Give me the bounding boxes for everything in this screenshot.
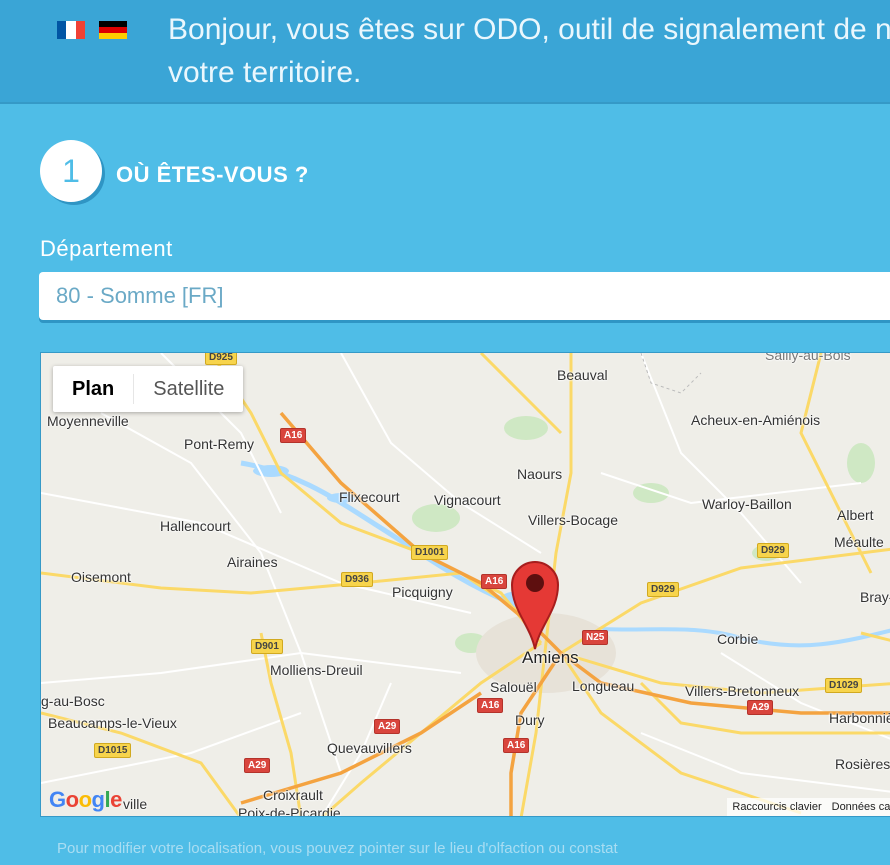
department-select[interactable]: 80 - Somme [FR] — [39, 272, 890, 320]
map-data-link[interactable]: Données car — [827, 801, 890, 813]
place-label: Molliens-Dreuil — [270, 662, 363, 678]
german-flag-icon[interactable] — [99, 21, 127, 39]
place-label: Beauval — [557, 367, 608, 383]
place-label: Vignacourt — [434, 492, 501, 508]
place-label: Harbonniè — [829, 710, 890, 726]
place-label: Hallencourt — [160, 518, 231, 534]
place-label: Méaulte — [834, 534, 884, 550]
place-label: Picquigny — [392, 584, 453, 600]
place-label: Warloy-Baillon — [702, 496, 792, 512]
road-shield: A16 — [280, 428, 307, 443]
place-label: Villers-Bocage — [528, 512, 619, 528]
road-shield: D1015 — [94, 743, 132, 758]
map-footer: Raccourcis clavier Données car — [727, 798, 890, 816]
welcome-message: Bonjour, vous êtes sur ODO, outil de sig… — [168, 8, 890, 94]
place-label: Sailly-au-Bois — [765, 352, 851, 363]
road-shield: D901 — [251, 639, 283, 654]
place-label: Villers-Bretonneux — [685, 683, 800, 699]
google-logo: Google — [49, 787, 122, 812]
road-shield: D929 — [757, 543, 789, 558]
road-shield: A29 — [747, 700, 774, 715]
place-label: Acheux-en-Amiénois — [691, 412, 821, 428]
french-flag-icon[interactable] — [57, 21, 85, 39]
road-shield: A29 — [244, 758, 271, 773]
place-label: Salouël — [490, 679, 537, 695]
road-shield: D1029 — [825, 678, 863, 693]
place-label: Longueau — [572, 678, 635, 694]
road-shield: D1001 — [411, 545, 449, 560]
welcome-line-2: votre territoire. — [168, 56, 362, 89]
place-label: Flixecourt — [339, 489, 400, 505]
department-label: Département — [40, 236, 173, 261]
language-flags — [57, 21, 127, 39]
welcome-line-1: Bonjour, vous êtes sur ODO, outil de sig… — [168, 13, 890, 46]
place-label: ville — [123, 796, 148, 812]
map-hint-text: Pour modifier votre localisation, vous p… — [57, 840, 618, 857]
header-banner: Bonjour, vous êtes sur ODO, outil de sig… — [0, 0, 890, 104]
keyboard-shortcuts-link[interactable]: Raccourcis clavier — [727, 801, 826, 813]
place-label: Corbie — [717, 631, 759, 647]
place-label: Airaines — [227, 554, 278, 570]
road-shield: D925 — [205, 353, 237, 365]
step-number-badge: 1 — [40, 140, 102, 202]
place-label: Beaucamps-le-Vieux — [48, 715, 177, 731]
road-shield: D936 — [341, 572, 373, 587]
place-label: Dury — [515, 712, 545, 728]
road-shield: A16 — [477, 698, 504, 713]
step-title: OÙ ÊTES-VOUS ? — [116, 162, 309, 187]
map-type-satellite-button[interactable]: Satellite — [134, 366, 243, 412]
place-label-amiens: Amiens — [522, 648, 579, 667]
road-shield: N25 — [582, 630, 609, 645]
road-shield: A29 — [374, 719, 401, 734]
place-label: Croixrault — [263, 787, 323, 803]
place-label: Oisemont — [71, 569, 131, 585]
place-label: Bray- — [860, 589, 890, 605]
map-type-control: Plan Satellite — [53, 366, 244, 412]
road-shield: A16 — [481, 574, 508, 589]
place-label: g-au-Bosc — [41, 693, 105, 709]
road-shield: D929 — [647, 582, 679, 597]
location-map[interactable]: Plan Satellite Sailly-au-Bois Beauval Mo… — [40, 352, 890, 817]
road-shield: A16 — [503, 738, 530, 753]
place-label: Rosières — [835, 756, 890, 772]
place-label: Pont-Remy — [184, 436, 255, 452]
location-marker-icon[interactable] — [508, 555, 562, 651]
place-label: Albert — [837, 507, 874, 523]
department-select-value: 80 - Somme [FR] — [56, 283, 224, 308]
place-label: Moyenneville — [47, 413, 129, 429]
place-label: Poix-de-Picardie — [238, 805, 341, 817]
map-type-plan-button[interactable]: Plan — [53, 366, 133, 412]
place-label: Naours — [517, 466, 563, 482]
place-label: Quevauvillers — [327, 740, 412, 756]
